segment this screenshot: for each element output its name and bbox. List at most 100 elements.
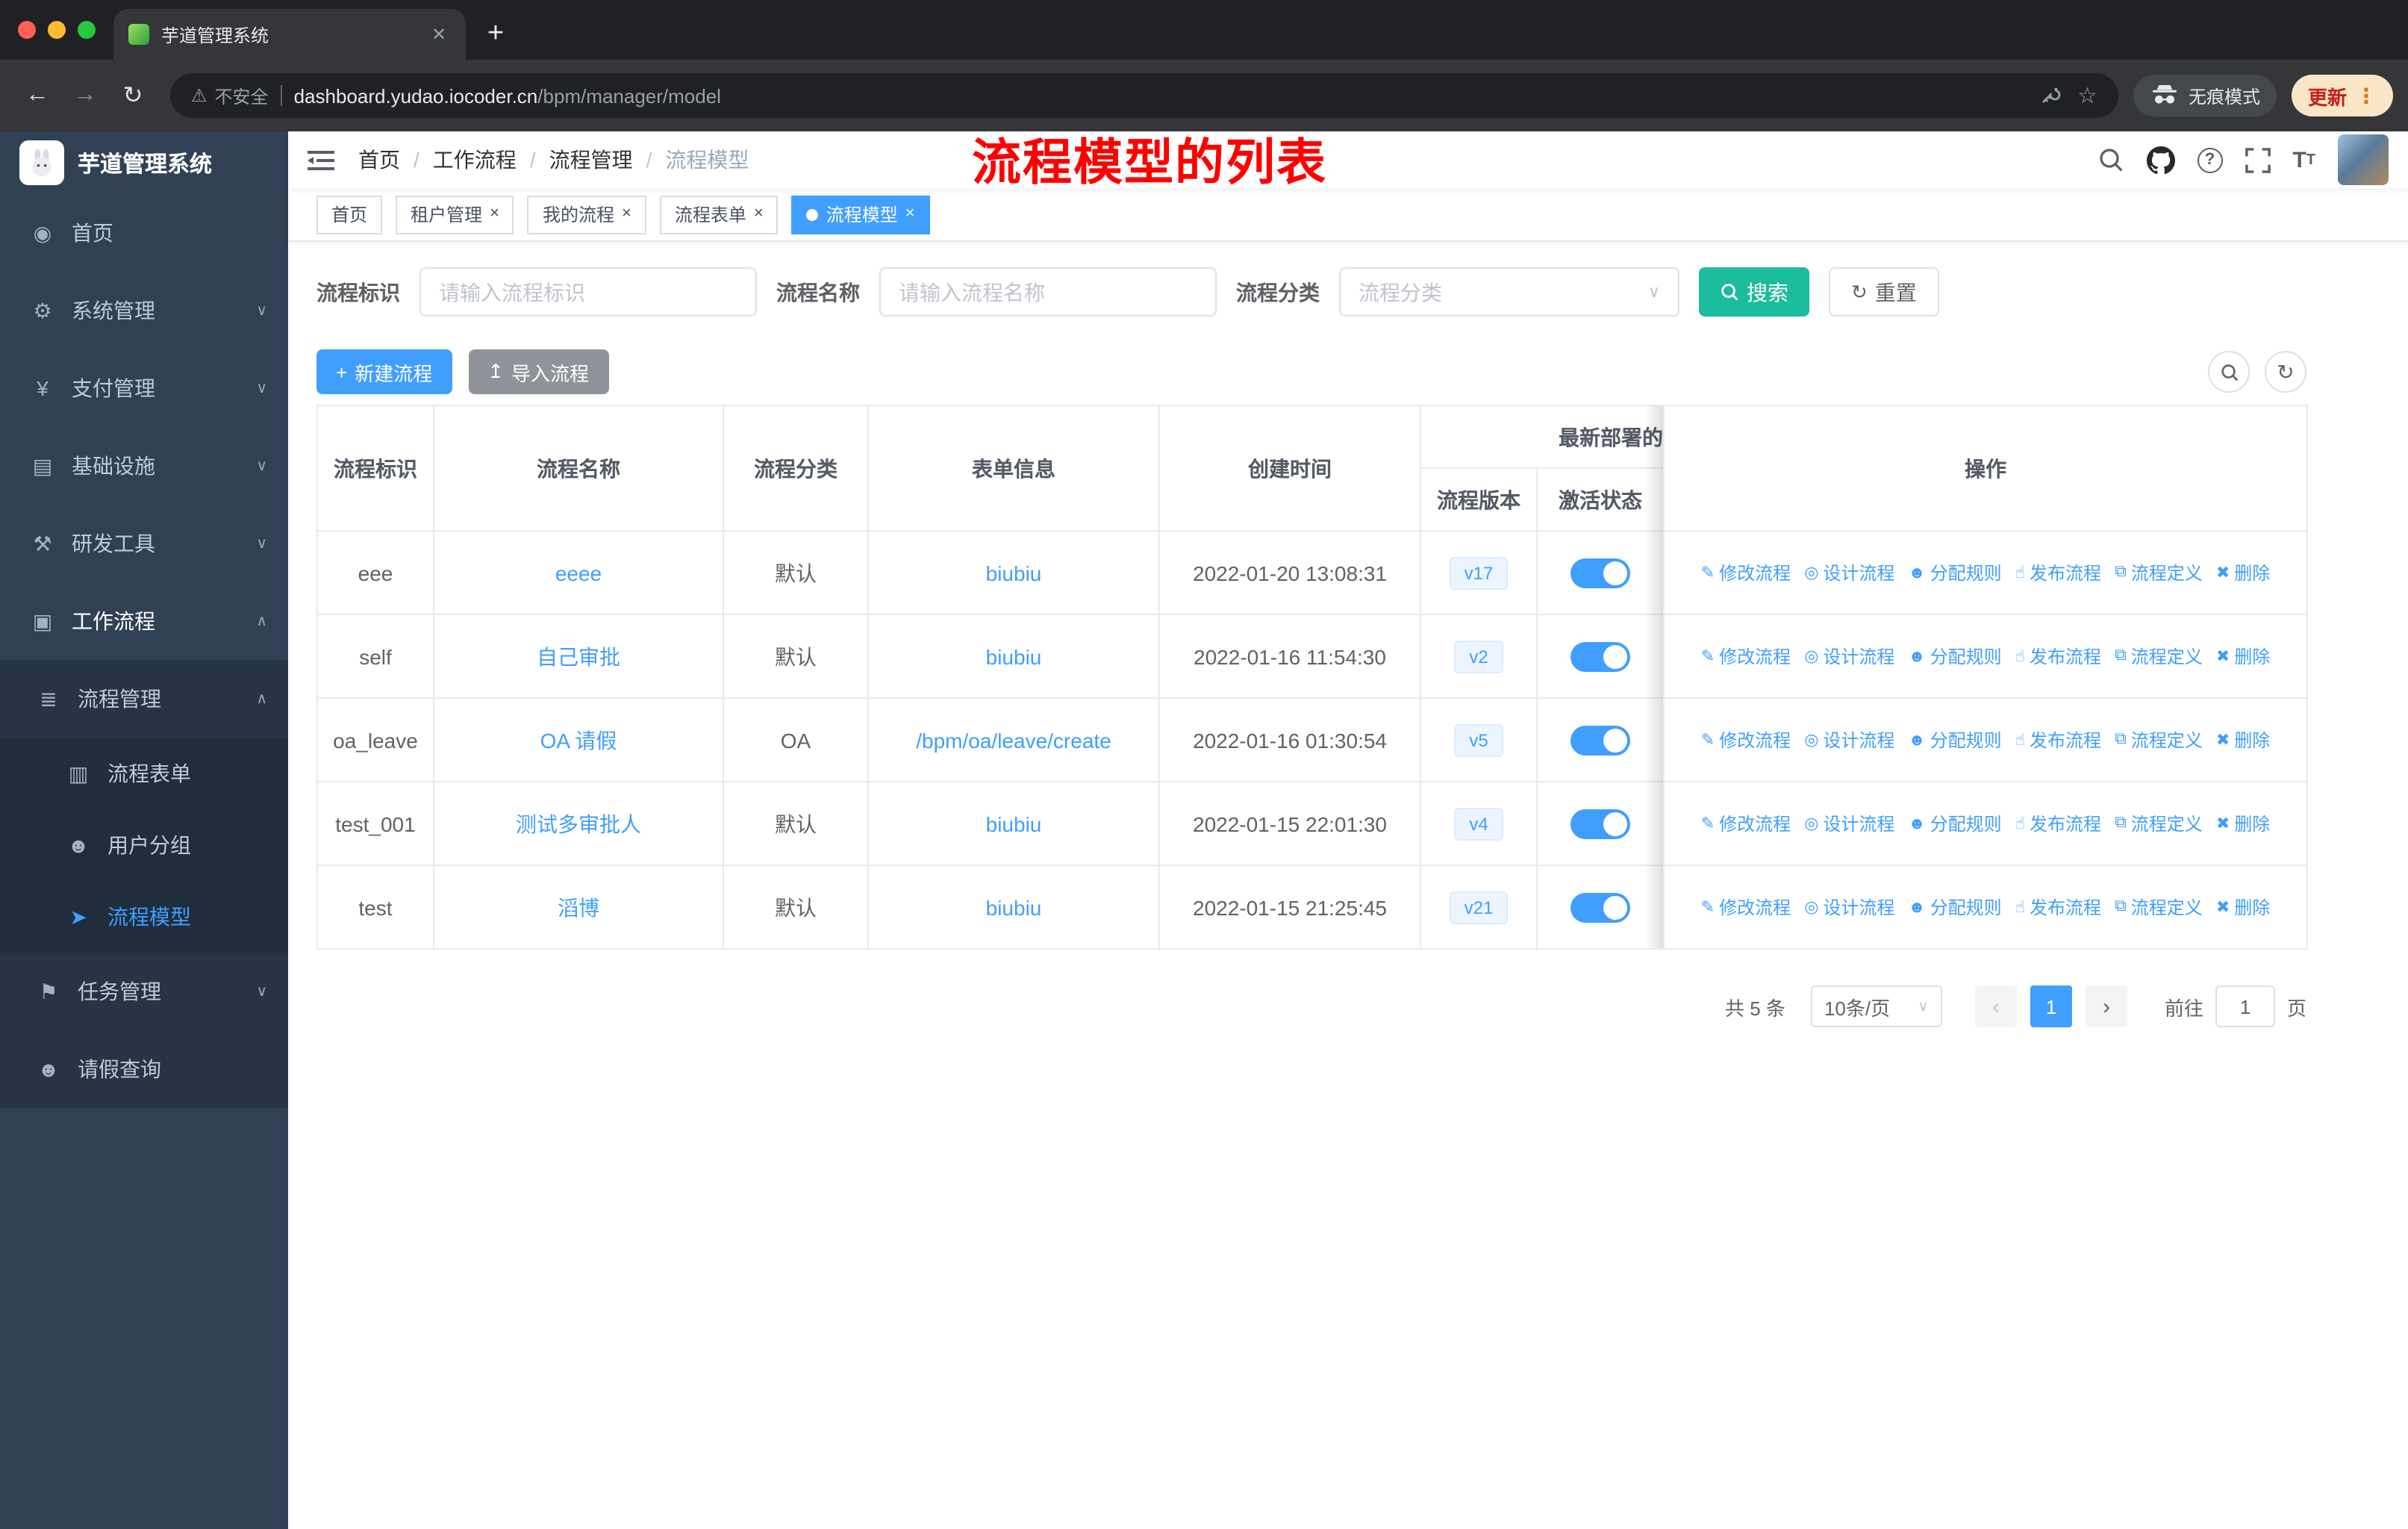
- active-toggle[interactable]: [1570, 892, 1630, 922]
- breadcrumb-home[interactable]: 首页: [358, 145, 400, 175]
- sidebar-item-infrastructure[interactable]: ▤ 基础设施 ∨: [0, 427, 288, 505]
- version-badge[interactable]: v17: [1449, 556, 1509, 589]
- browser-update-button[interactable]: 更新 ⋮: [2291, 75, 2393, 116]
- action-publish-model[interactable]: ☝ 发布流程: [2015, 894, 2101, 920]
- browser-tab[interactable]: 芋道管理系统 ✕: [113, 9, 466, 60]
- action-assign-rule[interactable]: ☻ 分配规则: [1908, 560, 2001, 585]
- active-toggle[interactable]: [1570, 641, 1630, 671]
- window-minimize-button[interactable]: [48, 21, 66, 39]
- form-link[interactable]: biubiu: [986, 644, 1042, 668]
- action-process-definition[interactable]: ⧉ 流程定义: [2115, 894, 2203, 920]
- page-1-button[interactable]: 1: [2030, 985, 2072, 1027]
- action-delete-model[interactable]: ✖ 删除: [2216, 644, 2270, 669]
- sidebar-collapse-icon[interactable]: [308, 149, 334, 171]
- action-assign-rule[interactable]: ☻ 分配规则: [1908, 644, 2001, 669]
- sidebar-item-devtools[interactable]: ⚒ 研发工具 ∨: [0, 505, 288, 582]
- tag-close-icon[interactable]: ×: [490, 205, 499, 222]
- form-link[interactable]: biubiu: [986, 895, 1042, 919]
- browser-menu-icon[interactable]: ⋮: [2356, 83, 2377, 108]
- active-toggle[interactable]: [1570, 725, 1630, 755]
- sidebar-item-task-management[interactable]: ⚑ 任务管理 ∨: [0, 953, 288, 1030]
- create-process-button[interactable]: + 新建流程: [316, 349, 452, 394]
- search-button[interactable]: 搜索: [1699, 267, 1809, 317]
- window-close-button[interactable]: [18, 21, 36, 39]
- action-process-definition[interactable]: ⧉ 流程定义: [2115, 811, 2203, 836]
- sidebar-logo[interactable]: 芋道管理系统: [0, 131, 288, 194]
- process-key-input[interactable]: [419, 267, 757, 317]
- help-icon[interactable]: ?: [2197, 147, 2223, 172]
- refresh-table-button[interactable]: ↻: [2265, 351, 2306, 393]
- action-publish-model[interactable]: ☝ 发布流程: [2015, 644, 2101, 669]
- action-design-model[interactable]: ◎ 设计流程: [1804, 894, 1894, 920]
- sidebar-item-workflow[interactable]: ▣ 工作流程 ∧: [0, 582, 288, 660]
- action-delete-model[interactable]: ✖ 删除: [2216, 894, 2270, 920]
- window-zoom-button[interactable]: [78, 21, 96, 39]
- action-assign-rule[interactable]: ☻ 分配规则: [1908, 894, 2001, 920]
- model-name-link[interactable]: 滔博: [558, 895, 599, 919]
- form-link[interactable]: biubiu: [986, 561, 1042, 585]
- back-button[interactable]: ←: [15, 73, 60, 118]
- sidebar-item-system[interactable]: ⚙ 系统管理 ∨: [0, 272, 288, 349]
- action-edit-model[interactable]: ✎ 修改流程: [1701, 894, 1791, 920]
- action-delete-model[interactable]: ✖ 删除: [2216, 560, 2270, 585]
- action-design-model[interactable]: ◎ 设计流程: [1804, 560, 1894, 585]
- action-process-definition[interactable]: ⧉ 流程定义: [2115, 644, 2203, 669]
- action-publish-model[interactable]: ☝ 发布流程: [2015, 560, 2101, 585]
- goto-page-input[interactable]: [2215, 985, 2275, 1027]
- page-size-select[interactable]: 10条/页 ∨: [1810, 985, 1942, 1027]
- action-assign-rule[interactable]: ☻ 分配规则: [1908, 727, 2001, 753]
- sidebar-item-payment[interactable]: ¥ 支付管理 ∨: [0, 349, 288, 427]
- action-edit-model[interactable]: ✎ 修改流程: [1701, 727, 1791, 753]
- tag-close-icon[interactable]: ×: [905, 205, 915, 222]
- tag-close-icon[interactable]: ×: [622, 205, 631, 222]
- action-edit-model[interactable]: ✎ 修改流程: [1701, 644, 1791, 669]
- version-badge[interactable]: v2: [1454, 640, 1503, 673]
- import-process-button[interactable]: ↥ 导入流程: [468, 349, 609, 394]
- tag-process-model[interactable]: 流程模型 ×: [791, 195, 930, 234]
- active-toggle[interactable]: [1570, 558, 1630, 588]
- tag-close-icon[interactable]: ×: [754, 205, 764, 222]
- tag-tenant-management[interactable]: 租户管理 ×: [396, 195, 514, 234]
- prev-page-button[interactable]: ‹: [1974, 985, 2017, 1027]
- bookmark-star-icon[interactable]: ☆: [2077, 82, 2097, 109]
- action-process-definition[interactable]: ⧉ 流程定义: [2115, 560, 2203, 585]
- github-icon[interactable]: [2146, 146, 2175, 174]
- sidebar-item-process-form[interactable]: ▥ 流程表单: [0, 738, 288, 809]
- sidebar-item-process-management[interactable]: ≣ 流程管理 ∧: [0, 660, 288, 738]
- action-design-model[interactable]: ◎ 设计流程: [1804, 644, 1894, 669]
- next-page-button[interactable]: ›: [2085, 985, 2127, 1027]
- process-category-select[interactable]: 流程分类 ∨: [1339, 267, 1679, 317]
- sidebar-item-leave-query[interactable]: ☻ 请假查询: [0, 1030, 288, 1108]
- search-icon[interactable]: [2097, 146, 2124, 173]
- form-link[interactable]: biubiu: [986, 812, 1042, 835]
- action-edit-model[interactable]: ✎ 修改流程: [1701, 811, 1791, 836]
- action-publish-model[interactable]: ☝ 发布流程: [2015, 811, 2101, 836]
- model-name-link[interactable]: eeee: [555, 561, 602, 585]
- tag-process-form[interactable]: 流程表单 ×: [659, 195, 779, 234]
- version-badge[interactable]: v21: [1449, 891, 1509, 924]
- model-name-link[interactable]: 测试多审批人: [516, 812, 641, 835]
- action-assign-rule[interactable]: ☻ 分配规则: [1908, 811, 2001, 836]
- tag-home[interactable]: 首页: [316, 195, 383, 234]
- action-process-definition[interactable]: ⧉ 流程定义: [2115, 727, 2203, 753]
- model-name-link[interactable]: OA 请假: [540, 728, 617, 752]
- address-bar[interactable]: ⚠ 不安全 dashboard.yudao.iocoder.cn/bpm/man…: [170, 73, 2118, 118]
- reload-button[interactable]: ↻: [110, 73, 155, 118]
- form-link[interactable]: /bpm/oa/leave/create: [916, 728, 1111, 752]
- tag-my-process[interactable]: 我的流程 ×: [527, 195, 646, 234]
- reset-button[interactable]: ↻ 重置: [1829, 267, 1939, 317]
- tab-close-icon[interactable]: ✕: [427, 22, 451, 46]
- font-size-icon[interactable]: TT: [2292, 147, 2315, 172]
- process-name-input[interactable]: [879, 267, 1217, 317]
- active-toggle[interactable]: [1570, 809, 1630, 838]
- version-badge[interactable]: v4: [1454, 807, 1503, 840]
- sidebar-item-user-group[interactable]: ☻ 用户分组: [0, 809, 288, 881]
- password-key-icon[interactable]: [2039, 81, 2062, 110]
- forward-button[interactable]: →: [63, 73, 107, 118]
- sidebar-item-process-model[interactable]: ➤ 流程模型: [0, 881, 288, 953]
- action-publish-model[interactable]: ☝ 发布流程: [2015, 727, 2101, 753]
- action-design-model[interactable]: ◎ 设计流程: [1804, 727, 1894, 753]
- action-delete-model[interactable]: ✖ 删除: [2216, 811, 2270, 836]
- action-delete-model[interactable]: ✖ 删除: [2216, 727, 2270, 753]
- model-name-link[interactable]: 自己审批: [537, 644, 620, 668]
